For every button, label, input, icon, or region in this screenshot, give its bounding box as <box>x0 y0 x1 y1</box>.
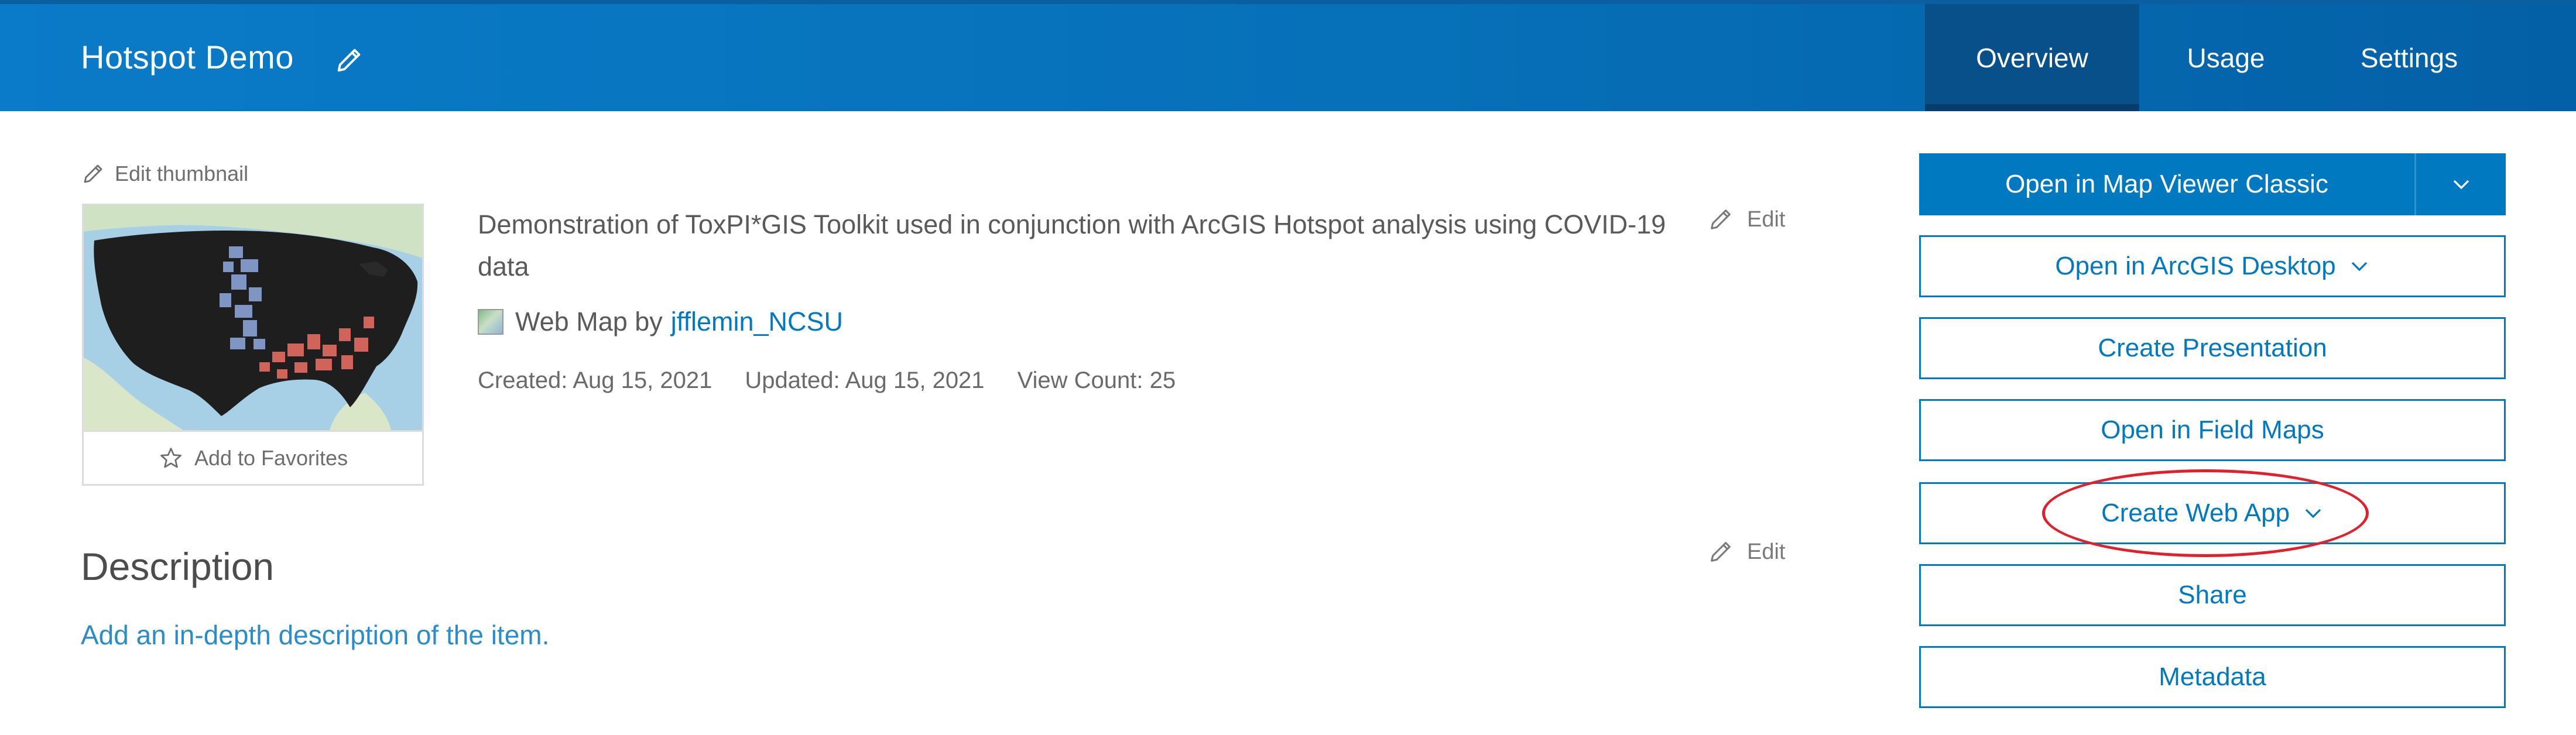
item-title: Hotspot Demo <box>81 39 294 75</box>
thumbnail-card: Add to Favorites <box>82 204 424 486</box>
item-header: Hotspot Demo Overview Usage Settings <box>0 0 2576 111</box>
edit-description-link[interactable]: Edit <box>1707 538 1785 565</box>
open-arcgis-desktop-label: Open in ArcGIS Desktop <box>2055 252 2336 280</box>
edit-thumbnail-link[interactable]: Edit thumbnail <box>81 162 248 186</box>
edit-summary-label: Edit <box>1747 207 1786 232</box>
star-icon <box>160 447 181 468</box>
add-description-link[interactable]: Add an in-depth description of the item. <box>81 619 549 651</box>
created-date: Created: Aug 15, 2021 <box>478 367 712 393</box>
create-presentation-button[interactable]: Create Presentation <box>1919 317 2506 379</box>
pencil-icon <box>1711 542 1731 562</box>
open-options-dropdown[interactable] <box>2416 153 2506 215</box>
map-thumbnail-image <box>84 205 422 430</box>
owner-link[interactable]: jfflemin_NCSU <box>671 307 843 337</box>
open-in-field-maps-button[interactable]: Open in Field Maps <box>1919 399 2506 461</box>
tab-overview[interactable]: Overview <box>1925 4 2139 111</box>
tab-settings[interactable]: Settings <box>2313 4 2506 111</box>
web-map-icon <box>478 309 503 335</box>
tab-usage[interactable]: Usage <box>2139 4 2313 111</box>
item-type-owner: Web Map by jfflemin_NCSU <box>478 307 843 337</box>
create-web-app-label: Create Web App <box>2101 499 2290 527</box>
share-button[interactable]: Share <box>1919 564 2506 626</box>
create-web-app-button[interactable]: Create Web App <box>1919 482 2506 544</box>
item-summary: Demonstration of ToxPI*GIS Toolkit used … <box>478 209 1666 281</box>
metadata-button[interactable]: Metadata <box>1919 646 2506 708</box>
open-map-viewer-split-button: Open in Map Viewer Classic <box>1919 153 2506 215</box>
add-to-favorites-button[interactable]: Add to Favorites <box>84 430 422 484</box>
chevron-down-icon <box>2351 262 2367 272</box>
item-metadata-row: Created: Aug 15, 2021 Updated: Aug 15, 2… <box>478 367 1208 394</box>
pencil-icon <box>1711 209 1731 229</box>
view-count: View Count: 25 <box>1017 367 1176 393</box>
edit-summary-link[interactable]: Edit <box>1707 206 1785 233</box>
pencil-icon <box>84 164 102 183</box>
open-map-viewer-button[interactable]: Open in Map Viewer Classic <box>1919 153 2414 215</box>
chevron-down-icon <box>2453 180 2469 190</box>
item-tabs: Overview Usage Settings <box>1925 4 2506 115</box>
pencil-icon[interactable] <box>334 45 364 75</box>
edit-description-label: Edit <box>1747 539 1786 564</box>
item-type-label: Web Map by <box>515 307 663 336</box>
updated-date: Updated: Aug 15, 2021 <box>745 367 985 393</box>
map-thumbnail[interactable] <box>84 205 422 430</box>
description-heading: Description <box>81 545 275 588</box>
chevron-down-icon <box>2305 509 2321 518</box>
edit-thumbnail-label: Edit thumbnail <box>115 162 249 186</box>
open-arcgis-desktop-button[interactable]: Open in ArcGIS Desktop <box>1919 235 2506 297</box>
add-to-favorites-label: Add to Favorites <box>194 445 348 470</box>
